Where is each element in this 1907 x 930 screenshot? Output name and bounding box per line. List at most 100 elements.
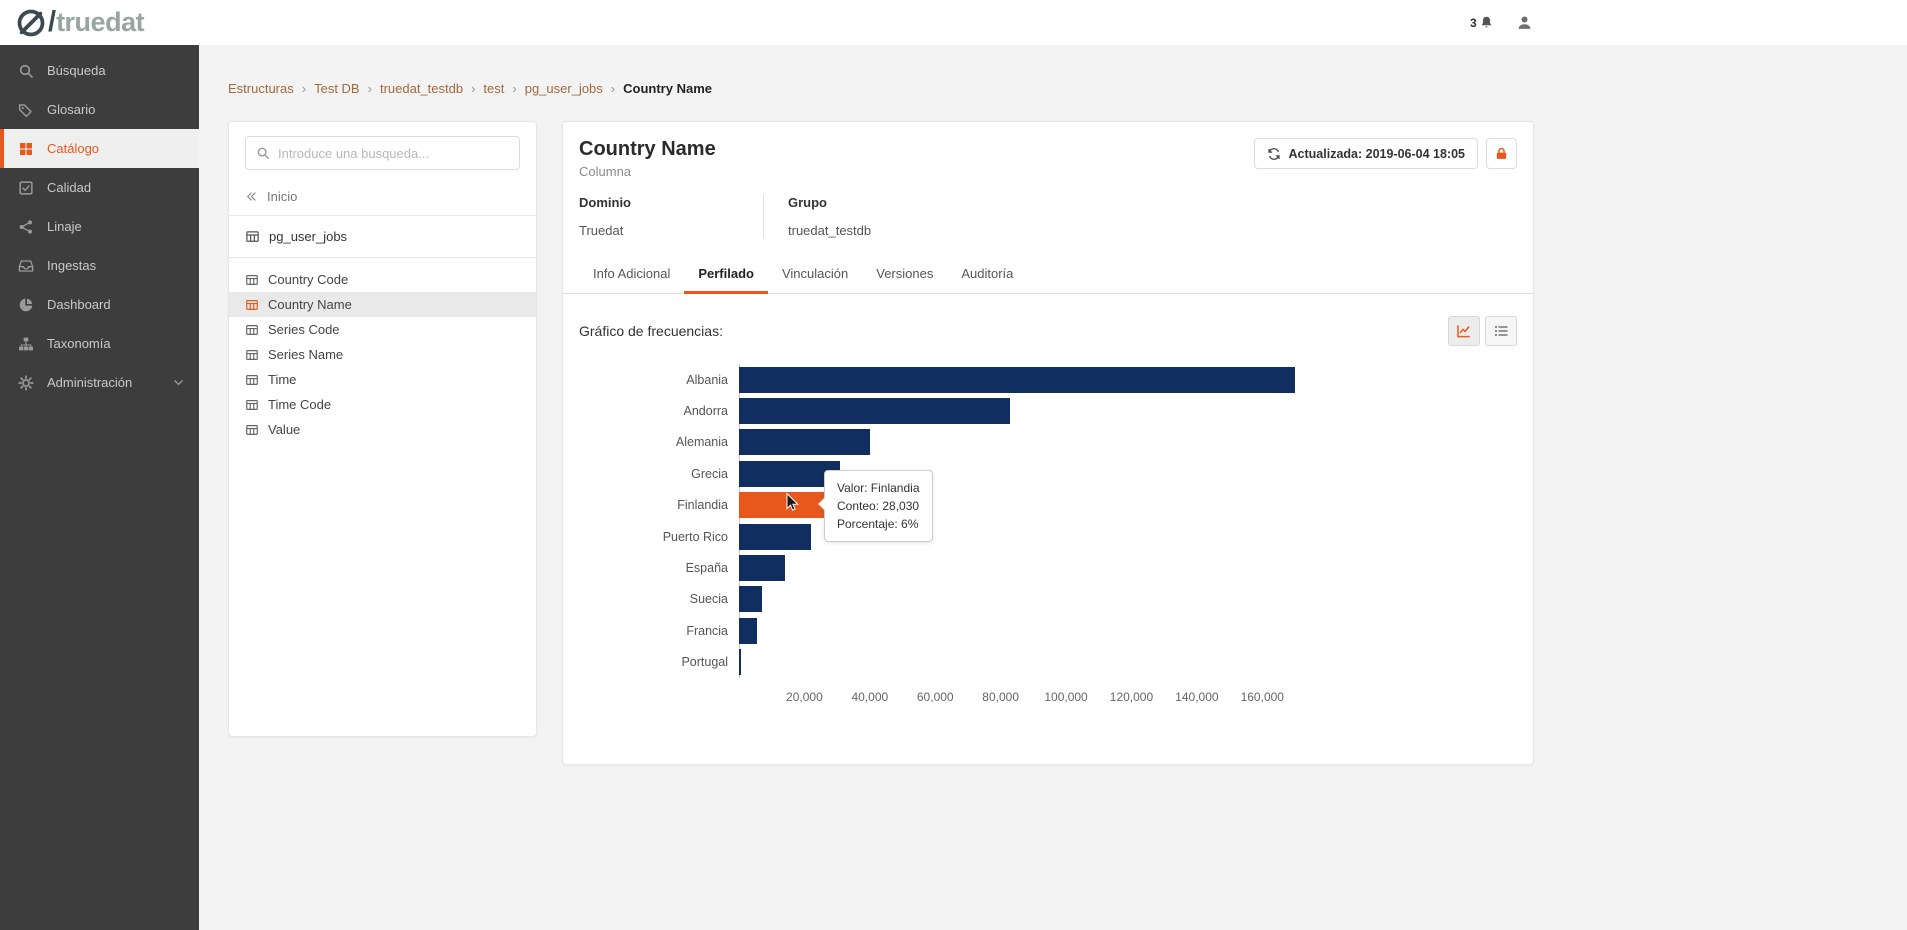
detail-panel: Country Name Columna Actualizada: 2019-0… bbox=[562, 121, 1534, 765]
structure-item-time[interactable]: Time bbox=[229, 367, 536, 392]
chart-row-puerto-rico: Puerto Rico bbox=[579, 521, 1517, 552]
breadcrumb-link-estructuras[interactable]: Estructuras bbox=[228, 81, 294, 96]
x-tick-label: 140,000 bbox=[1175, 689, 1219, 704]
sidebar-item-taxonomia[interactable]: Taxonomía bbox=[0, 324, 199, 363]
sidebar-item-label: Administración bbox=[47, 375, 133, 390]
chart-track bbox=[739, 398, 1295, 425]
sidebar-item-glosario[interactable]: Glosario bbox=[0, 90, 199, 129]
chart-view-button[interactable] bbox=[1448, 316, 1480, 346]
chart-category-label: Puerto Rico bbox=[662, 529, 728, 544]
logo-text: truedat bbox=[56, 7, 145, 37]
back-to-home-link[interactable]: Inicio bbox=[229, 178, 536, 215]
structure-item-country-name[interactable]: Country Name bbox=[229, 292, 536, 317]
structure-item-label: Country Code bbox=[268, 272, 349, 287]
inbox-icon bbox=[18, 258, 34, 274]
structure-search-input[interactable] bbox=[278, 145, 509, 161]
gear-icon bbox=[18, 375, 34, 391]
chart-track bbox=[739, 366, 1295, 393]
tab-perfilado[interactable]: Perfilado bbox=[684, 256, 768, 294]
chart-track bbox=[739, 429, 1295, 456]
refresh-updated-button[interactable]: Actualizada: 2019-06-04 18:05 bbox=[1253, 138, 1478, 169]
x-tick-label: 100,000 bbox=[1044, 689, 1088, 704]
page-title: Country Name bbox=[579, 138, 716, 160]
chart-bar-alemania[interactable] bbox=[739, 429, 870, 456]
chart-row-portugal: Portugal bbox=[579, 647, 1517, 678]
table-icon bbox=[245, 398, 259, 412]
chart-track bbox=[739, 523, 1295, 550]
sidebar-item-calidad[interactable]: Calidad bbox=[0, 168, 199, 207]
lock-button[interactable] bbox=[1486, 138, 1517, 169]
chart-row-francia: Francia bbox=[579, 615, 1517, 646]
chevrons-left-icon bbox=[245, 190, 258, 203]
x-tick-label: 120,000 bbox=[1109, 689, 1154, 704]
chart-title: Gráfico de frecuencias: bbox=[579, 323, 723, 339]
field-value: Truedat bbox=[579, 223, 624, 238]
breadcrumb-link-pg-user-jobs[interactable]: pg_user_jobs bbox=[525, 81, 603, 96]
structure-parent-table[interactable]: pg_user_jobs bbox=[229, 216, 536, 257]
chart-bar-albania[interactable] bbox=[739, 366, 1295, 393]
field-dominio: Dominio Truedat bbox=[579, 195, 763, 238]
sidebar-item-catalogo[interactable]: Catálogo bbox=[0, 129, 199, 168]
structure-item-country-code[interactable]: Country Code bbox=[229, 267, 536, 292]
user-menu-icon[interactable] bbox=[1516, 14, 1533, 31]
table-icon bbox=[245, 348, 259, 362]
structure-panel: Inicio pg_user_jobs Country Code Country … bbox=[228, 121, 537, 737]
notifications-button[interactable]: 3 bbox=[1470, 15, 1494, 30]
breadcrumb-link-test[interactable]: test bbox=[483, 81, 504, 96]
share-icon bbox=[18, 219, 34, 235]
chart-category-label: Portugal bbox=[681, 655, 728, 670]
sitemap-icon bbox=[18, 336, 34, 352]
structure-item-label: Time bbox=[268, 372, 297, 387]
chart-row-espana: España bbox=[579, 552, 1517, 583]
chart-bar-espana[interactable] bbox=[739, 555, 785, 582]
tab-versiones[interactable]: Versiones bbox=[862, 256, 947, 293]
sidebar-menu: Búsqueda Glosario Catálogo Calidad Linaje Ing… bbox=[0, 51, 199, 402]
chart-category-label: Albania bbox=[686, 372, 728, 387]
tab-auditoria[interactable]: Auditoría bbox=[947, 256, 1027, 293]
tab-info-adicional[interactable]: Info Adicional bbox=[579, 256, 684, 293]
sidebar-item-dashboard[interactable]: Dashboard bbox=[0, 285, 199, 324]
chart-bar-suecia[interactable] bbox=[739, 586, 762, 613]
truedat-logo[interactable]: / truedat bbox=[16, 6, 145, 38]
breadcrumb-separator: › bbox=[301, 81, 307, 96]
chart-track bbox=[739, 460, 1295, 487]
structure-item-time-code[interactable]: Time Code bbox=[229, 392, 536, 417]
tooltip-percentage-line: Porcentaje: 6% bbox=[837, 517, 919, 531]
sidebar-item-linaje[interactable]: Linaje bbox=[0, 207, 199, 246]
sidebar-item-busqueda[interactable]: Búsqueda bbox=[0, 51, 199, 90]
chart-bar-puerto-rico[interactable] bbox=[739, 523, 811, 550]
structure-search bbox=[245, 136, 520, 170]
chart-bar-francia[interactable] bbox=[739, 617, 757, 644]
breadcrumb: Estructuras › Test DB › truedat_testdb › test ›… bbox=[228, 81, 712, 96]
sidebar-item-label: Catálogo bbox=[47, 141, 100, 156]
back-label: Inicio bbox=[267, 189, 298, 204]
structure-item-value[interactable]: Value bbox=[229, 417, 536, 442]
breadcrumb-separator: › bbox=[610, 81, 616, 96]
pie-icon bbox=[18, 297, 34, 313]
chart-bar-portugal[interactable] bbox=[739, 649, 741, 676]
tooltip-count-line: Conteo: 28,030 bbox=[837, 499, 920, 513]
breadcrumb-link-truedat-testdb[interactable]: truedat_testdb bbox=[380, 81, 463, 96]
search-icon bbox=[18, 63, 34, 79]
refresh-icon bbox=[1267, 147, 1281, 161]
chart-bar-andorra[interactable] bbox=[739, 398, 1011, 425]
grid-icon bbox=[18, 141, 34, 157]
breadcrumb-separator: › bbox=[512, 81, 517, 96]
chart-row-alemania: Alemania bbox=[579, 427, 1517, 458]
structure-item-label: Value bbox=[268, 422, 301, 437]
chart-row-albania: Albania bbox=[579, 364, 1517, 395]
tooltip-value-line: Valor: Finlandia bbox=[837, 481, 920, 495]
sidebar-item-ingestas[interactable]: Ingestas bbox=[0, 246, 199, 285]
structure-item-series-name[interactable]: Series Name bbox=[229, 342, 536, 367]
detail-tabs: Info Adicional Perfilado Vinculación Versio… bbox=[563, 256, 1533, 294]
chart-row-suecia: Suecia bbox=[579, 584, 1517, 615]
structure-item-series-code[interactable]: Series Code bbox=[229, 317, 536, 342]
tab-vinculacion[interactable]: Vinculación bbox=[768, 256, 862, 293]
chart-row-grecia: Grecia bbox=[579, 458, 1517, 489]
sidebar-item-administracion[interactable]: Administración bbox=[0, 363, 199, 402]
list-view-button[interactable] bbox=[1485, 316, 1517, 346]
logo-slash: / bbox=[48, 6, 57, 38]
chart-x-axis: 20,000 40,000 60,000 80,000 100,000 120,000 14… bbox=[579, 684, 1517, 712]
page-subtitle: Columna bbox=[579, 164, 632, 179]
breadcrumb-link-test-db[interactable]: Test DB bbox=[314, 81, 360, 96]
